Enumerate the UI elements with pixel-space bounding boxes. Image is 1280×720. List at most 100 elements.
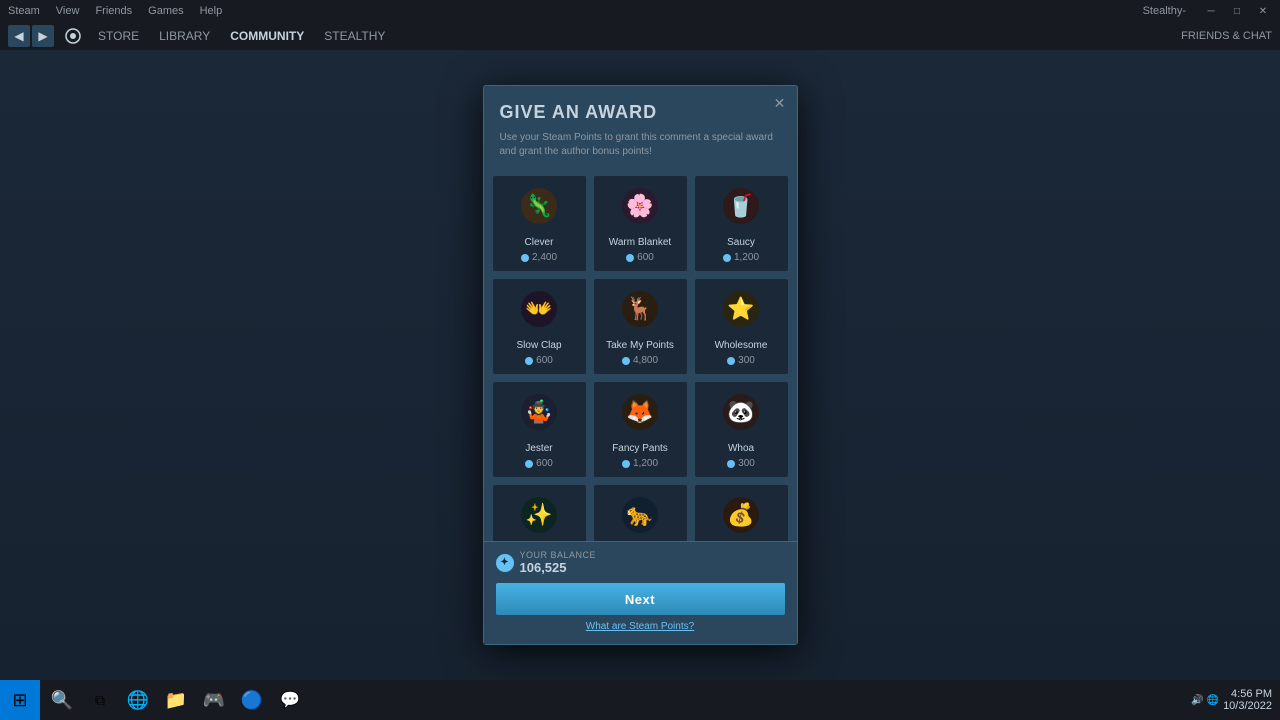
menu-friends[interactable]: Friends <box>95 5 132 17</box>
awards-grid: 🦎 Clever 2,400 🌸Warm Blanket600 🥤 Saucy 1,200 👐… <box>492 175 789 541</box>
user-label: Stealthy- <box>1143 5 1186 17</box>
taskbar-search[interactable]: 🔍 <box>44 682 80 718</box>
cost-icon <box>622 357 630 365</box>
taskbar-icons: 🔍 ⧉ 🌐 📁 🎮 🔵 💬 <box>40 680 1183 720</box>
content-area: ✕ GIVE AN AWARD Use your Steam Points to… <box>0 50 1280 680</box>
award-cost: 600 <box>525 458 553 469</box>
what-are-points-link[interactable]: What are Steam Points? <box>496 621 785 632</box>
award-item-slow-clap[interactable]: 👐 Slow Clap 600 <box>492 278 587 375</box>
award-name: Saucy <box>727 237 755 248</box>
menu-view[interactable]: View <box>56 5 80 17</box>
nav-library[interactable]: LIBRARY <box>151 27 218 45</box>
forward-button[interactable]: ▶ <box>32 25 54 47</box>
award-cost: 4,800 <box>622 355 658 366</box>
svg-text:✨: ✨ <box>525 502 552 527</box>
award-item-fancy-pants[interactable]: 🦊Fancy Pants1,200 <box>593 381 688 478</box>
award-icon: 👐 <box>519 289 559 334</box>
award-icon: 🐼 <box>721 392 761 437</box>
award-item-jester[interactable]: 🤹Jester600 <box>492 381 587 478</box>
cost-value: 1,200 <box>633 458 658 469</box>
award-icon: 🦊 <box>620 392 660 437</box>
tray-icons: 🔊 🌐 <box>1191 695 1219 706</box>
nav-store[interactable]: STORE <box>90 27 147 45</box>
award-cost: 600 <box>525 355 553 366</box>
cost-icon <box>626 254 634 262</box>
cost-value: 600 <box>536 355 553 366</box>
balance-info: YOUR BALANCE 106,525 <box>520 550 597 575</box>
cost-value: 2,400 <box>532 252 557 263</box>
svg-text:🐆: 🐆 <box>626 502 653 527</box>
award-item-wild[interactable]: 🐆Wild300 <box>593 484 688 541</box>
svg-text:🦊: 🦊 <box>626 399 653 424</box>
award-item-take-my-points[interactable]: 🦌Take My Points4,800 <box>593 278 688 375</box>
award-name: Clever <box>525 237 554 248</box>
awards-scroll-area[interactable]: 🦎 Clever 2,400 🌸Warm Blanket600 🥤 Saucy 1,200 👐… <box>484 167 797 541</box>
modal-close-button[interactable]: ✕ <box>771 94 789 112</box>
menu-help[interactable]: Help <box>200 5 223 17</box>
maximize-button[interactable]: □ <box>1228 2 1246 20</box>
award-item-super-star[interactable]: ✨Super Star600 <box>492 484 587 541</box>
window-controls: Stealthy- ─ □ ✕ <box>1143 2 1272 20</box>
cost-value: 4,800 <box>633 355 658 366</box>
nav-bar: ◀ ▶ STORE LIBRARY COMMUNITY STEALTHY FRI… <box>0 22 1280 50</box>
award-icon: 🌸 <box>620 186 660 231</box>
award-cost: 300 <box>727 355 755 366</box>
svg-text:⭐: ⭐ <box>727 296 754 321</box>
give-award-modal: ✕ GIVE AN AWARD Use your Steam Points to… <box>483 85 798 645</box>
taskbar-steam[interactable]: 🎮 <box>196 682 232 718</box>
nav-community[interactable]: COMMUNITY <box>222 27 312 45</box>
modal-title: GIVE AN AWARD <box>500 102 781 123</box>
close-button[interactable]: ✕ <box>1254 2 1272 20</box>
award-name: Wholesome <box>715 340 768 351</box>
award-item-clever[interactable]: 🦎 Clever 2,400 <box>492 175 587 272</box>
cost-icon <box>521 254 529 262</box>
cost-icon <box>525 460 533 468</box>
svg-text:🥤: 🥤 <box>727 193 754 218</box>
award-icon: ✨ <box>519 495 559 540</box>
taskbar: ⊞ 🔍 ⧉ 🌐 📁 🎮 🔵 💬 🔊 🌐 4:56 PM 10/3/2022 <box>0 680 1280 720</box>
award-cost: 2,400 <box>521 252 557 263</box>
award-item-warm-blanket[interactable]: 🌸Warm Blanket600 <box>593 175 688 272</box>
taskbar-folder[interactable]: 📁 <box>158 682 194 718</box>
cost-value: 300 <box>738 355 755 366</box>
award-icon: 💰 <box>721 495 761 540</box>
taskbar-task-view[interactable]: ⧉ <box>82 682 118 718</box>
svg-text:🦎: 🦎 <box>525 193 552 218</box>
nav-user[interactable]: STEALTHY <box>316 27 393 45</box>
system-tray: 🔊 🌐 4:56 PM 10/3/2022 <box>1183 688 1280 712</box>
minimize-button[interactable]: ─ <box>1202 2 1220 20</box>
award-item-whoa[interactable]: 🐼Whoa300 <box>694 381 789 478</box>
cost-value: 600 <box>637 252 654 263</box>
menu-games[interactable]: Games <box>148 5 183 17</box>
friends-chat-label: FRIENDS & CHAT <box>1181 30 1272 42</box>
award-name: Take My Points <box>606 340 674 351</box>
start-button[interactable]: ⊞ <box>0 680 40 720</box>
menu-steam[interactable]: Steam <box>8 5 40 17</box>
balance-value: 106,525 <box>520 560 597 575</box>
award-icon: 🦎 <box>519 186 559 231</box>
back-button[interactable]: ◀ <box>8 25 30 47</box>
taskbar-discord[interactable]: 💬 <box>272 682 308 718</box>
award-icon: 🤹 <box>519 392 559 437</box>
modal-header: GIVE AN AWARD Use your Steam Points to g… <box>484 86 797 167</box>
taskbar-edge[interactable]: 🌐 <box>120 682 156 718</box>
title-bar-menu: Steam View Friends Games Help <box>8 5 222 17</box>
next-button[interactable]: Next <box>496 583 785 615</box>
award-item-saucy[interactable]: 🥤 Saucy 1,200 <box>694 175 789 272</box>
award-item-treasure[interactable]: 💰Treasure600 <box>694 484 789 541</box>
nav-links: STORE LIBRARY COMMUNITY STEALTHY <box>90 27 393 45</box>
cost-value: 1,200 <box>734 252 759 263</box>
cost-icon <box>622 460 630 468</box>
award-name: Slow Clap <box>516 340 561 351</box>
cost-icon <box>727 460 735 468</box>
steam-icon <box>62 25 84 47</box>
cost-value: 300 <box>738 458 755 469</box>
balance-label: YOUR BALANCE <box>520 550 597 560</box>
award-item-wholesome[interactable]: ⭐ Wholesome 300 <box>694 278 789 375</box>
balance-icon: ✦ <box>496 554 514 572</box>
taskbar-chrome[interactable]: 🔵 <box>234 682 270 718</box>
award-icon: 🥤 <box>721 186 761 231</box>
award-icon: 🐆 <box>620 495 660 540</box>
cost-value: 600 <box>536 458 553 469</box>
modal-backdrop: ✕ GIVE AN AWARD Use your Steam Points to… <box>0 50 1280 680</box>
